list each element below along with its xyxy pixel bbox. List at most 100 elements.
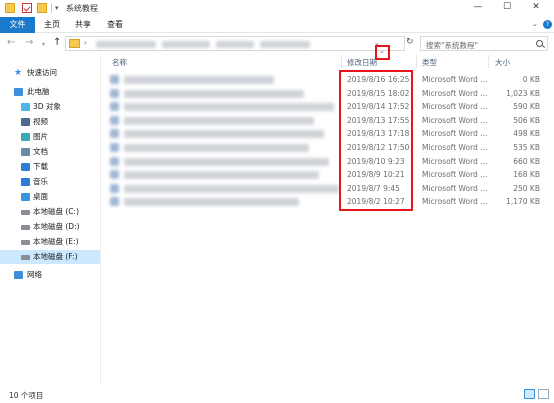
search-input[interactable]: 搜索"系统教程" <box>420 36 548 51</box>
music-icon <box>21 178 30 186</box>
file-size: 1,170 KB <box>506 197 540 207</box>
sidebar-item-music[interactable]: 音乐 <box>0 175 100 189</box>
table-row[interactable]: 2019/8/15 18:02 Microsoft Word ... 1,023 K… <box>106 87 546 101</box>
desktop-icon <box>21 193 30 201</box>
tab-share[interactable]: 共享 <box>71 17 95 33</box>
file-name-blurred[interactable] <box>124 130 324 139</box>
sidebar-item-network[interactable]: 网络 <box>0 268 100 282</box>
sidebar-item-label: 图片 <box>33 132 48 141</box>
column-header-date[interactable]: 修改日期 <box>347 57 377 68</box>
breadcrumb-blurred[interactable] <box>162 41 210 48</box>
sidebar-item-quick-access[interactable]: ★ 快速访问 <box>0 66 100 80</box>
table-row[interactable]: 2019/8/13 17:18 Microsoft Word ... 498 KB <box>106 127 546 141</box>
column-divider[interactable] <box>488 55 489 68</box>
sidebar-item-drive-e[interactable]: 本地磁盘 (E:) <box>0 235 100 249</box>
video-icon <box>21 118 30 126</box>
table-row[interactable]: 2019/8/2 10:27 Microsoft Word ... 1,170 KB <box>106 195 546 209</box>
large-icons-view-icon[interactable] <box>538 389 549 399</box>
table-row[interactable]: 2019/8/13 17:55 Microsoft Word ... 506 KB <box>106 114 546 128</box>
sidebar-item-downloads[interactable]: 下载 <box>0 160 100 174</box>
table-row[interactable]: 2019/8/10 9:23 Microsoft Word ... 660 KB <box>106 155 546 169</box>
forward-arrow-icon[interactable]: → <box>25 38 33 48</box>
breadcrumb-blurred[interactable] <box>260 41 310 48</box>
up-arrow-icon[interactable]: ↑ <box>53 38 61 48</box>
recent-locations-icon[interactable]: ▾ <box>42 40 45 50</box>
sidebar-item-label: 桌面 <box>33 192 48 201</box>
address-bar[interactable]: › ⌄ <box>65 36 405 51</box>
file-type: Microsoft Word ... <box>422 129 488 139</box>
sidebar-item-label: 视频 <box>33 117 48 126</box>
column-header-type[interactable]: 类型 <box>422 57 437 68</box>
sidebar-item-label: 3D 对象 <box>33 102 61 111</box>
sidebar-item-videos[interactable]: 视频 <box>0 115 100 129</box>
properties-icon[interactable] <box>22 3 32 13</box>
file-size: 506 KB <box>513 115 540 125</box>
back-arrow-icon[interactable]: ← <box>7 38 15 48</box>
tab-home[interactable]: 主页 <box>40 17 64 33</box>
new-folder-icon[interactable] <box>37 3 47 13</box>
sidebar-item-documents[interactable]: 文档 <box>0 145 100 159</box>
file-type: Microsoft Word ... <box>422 115 488 125</box>
sidebar-item-drive-c[interactable]: 本地磁盘 (C:) <box>0 205 100 219</box>
file-name-blurred[interactable] <box>124 198 299 207</box>
breadcrumb-blurred[interactable] <box>96 41 156 48</box>
file-name-blurred[interactable] <box>124 157 329 166</box>
sidebar-item-label: 音乐 <box>33 177 48 186</box>
sidebar-item-drive-f[interactable]: 本地磁盘 (F:) <box>0 250 100 264</box>
search-icon[interactable] <box>536 40 543 47</box>
sidebar-item-label: 文档 <box>33 147 48 156</box>
word-document-icon <box>110 102 119 112</box>
file-type: Microsoft Word ... <box>422 156 488 166</box>
window-title: 系统教程 <box>66 4 98 13</box>
customize-toolbar-icon[interactable]: ▾ <box>55 4 59 12</box>
word-document-icon <box>110 75 119 84</box>
tab-file[interactable]: 文件 <box>0 17 35 33</box>
column-header-size[interactable]: 大小 <box>495 57 510 68</box>
maximize-button[interactable]: ☐ <box>500 2 514 12</box>
close-button[interactable]: ✕ <box>529 2 543 12</box>
file-type: Microsoft Word ... <box>422 143 488 152</box>
drive-icon <box>21 240 30 245</box>
sidebar-item-pictures[interactable]: 图片 <box>0 130 100 144</box>
sidebar-item-drive-d[interactable]: 本地磁盘 (D:) <box>0 220 100 234</box>
table-row[interactable]: 2019/8/12 17:50 Microsoft Word ... 535 KB <box>106 141 546 155</box>
column-divider[interactable] <box>341 55 342 68</box>
sidebar-item-this-pc[interactable]: 此电脑 <box>0 85 100 99</box>
minimize-button[interactable]: — <box>471 2 485 12</box>
file-name-blurred[interactable] <box>124 116 314 125</box>
table-row[interactable]: 2019/8/7 9:45 Microsoft Word ... 250 KB <box>106 182 546 196</box>
details-view-icon[interactable] <box>524 389 535 399</box>
tab-view[interactable]: 查看 <box>103 17 127 33</box>
file-type: Microsoft Word ... <box>422 75 488 84</box>
file-size: 168 KB <box>513 170 540 180</box>
word-document-icon <box>110 115 119 125</box>
word-document-icon <box>110 129 119 139</box>
annotation-box <box>375 45 390 60</box>
download-icon <box>21 163 30 171</box>
file-type: Microsoft Word ... <box>422 102 488 112</box>
file-name-blurred[interactable] <box>124 144 309 152</box>
file-name-blurred[interactable] <box>124 76 274 84</box>
table-row[interactable]: 2019/8/14 17:52 Microsoft Word ... 590 KB <box>106 100 546 114</box>
table-row[interactable]: 2019/8/9 10:21 Microsoft Word ... 168 KB <box>106 168 546 182</box>
refresh-icon[interactable]: ↻ <box>406 37 414 47</box>
table-row[interactable]: 2019/8/16 16:25 Microsoft Word ... 0 KB <box>106 73 546 87</box>
column-divider[interactable] <box>416 55 417 68</box>
file-name-blurred[interactable] <box>124 184 339 193</box>
sidebar-item-desktop[interactable]: 桌面 <box>0 190 100 204</box>
folder-icon[interactable] <box>5 3 15 13</box>
column-header-name[interactable]: 名称 <box>112 57 127 68</box>
drive-icon <box>21 225 30 230</box>
breadcrumb-blurred[interactable] <box>216 41 254 48</box>
file-type: Microsoft Word ... <box>422 183 488 193</box>
file-name-blurred[interactable] <box>124 89 304 98</box>
chevron-right-icon[interactable]: › <box>84 39 87 47</box>
file-name-blurred[interactable] <box>124 171 319 180</box>
help-icon[interactable]: ? <box>543 20 552 29</box>
sidebar-item-label: 此电脑 <box>27 87 50 96</box>
expand-ribbon-icon[interactable]: ⌄ <box>532 20 538 28</box>
divider <box>51 3 52 13</box>
file-name-blurred[interactable] <box>124 103 334 112</box>
word-document-icon <box>110 197 119 207</box>
sidebar-item-3d-objects[interactable]: 3D 对象 <box>0 100 100 114</box>
